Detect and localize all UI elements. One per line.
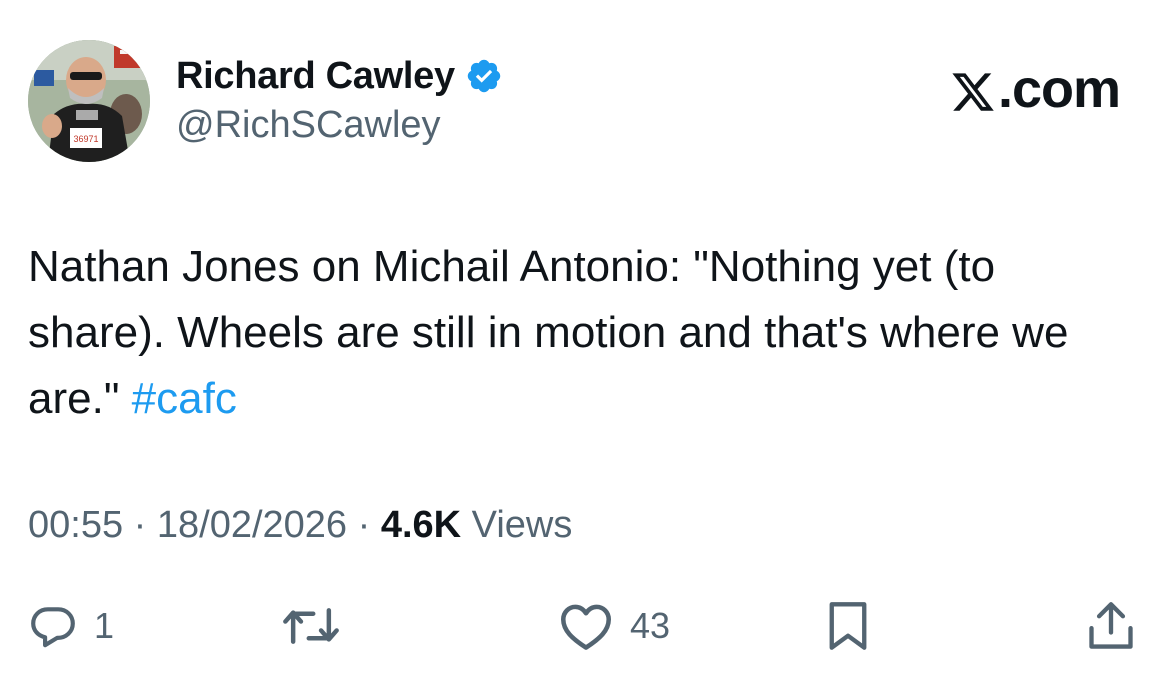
like-button[interactable]: 43	[558, 596, 670, 656]
user-block[interactable]: Richard Cawley @RichSCawley	[176, 54, 503, 147]
display-name[interactable]: Richard Cawley	[176, 55, 455, 98]
tweet-meta: 00:55 · 18/02/2026 · 4.6K Views	[28, 504, 572, 547]
tweet-text: Nathan Jones on Michail Antonio: "Nothin…	[28, 234, 1138, 432]
brand-mark: .com	[950, 58, 1121, 120]
bookmark-button[interactable]	[826, 596, 870, 656]
verified-badge-icon	[465, 57, 503, 95]
repost-icon	[282, 601, 340, 651]
reply-count: 1	[94, 605, 115, 646]
name-row: Richard Cawley	[176, 54, 503, 98]
heart-icon	[558, 601, 614, 651]
brand-label: .com	[997, 59, 1121, 119]
x-logo-icon	[950, 66, 996, 112]
user-handle[interactable]: @RichSCawley	[176, 104, 503, 147]
meta-separator: ·	[347, 504, 381, 546]
meta-separator: ·	[123, 504, 157, 546]
tweet-time[interactable]: 00:55	[28, 504, 123, 546]
tweet-header: 36971 Richard Cawley @RichSCawley .com	[28, 40, 1142, 162]
like-count: 43	[630, 605, 671, 646]
bookmark-icon	[826, 600, 870, 652]
avatar[interactable]: 36971	[28, 40, 150, 162]
reply-icon	[28, 601, 78, 651]
tweet-date[interactable]: 18/02/2026	[157, 504, 347, 546]
reply-button[interactable]: 1	[28, 596, 114, 656]
hashtag-link[interactable]: #cafc	[132, 374, 237, 423]
views-count: 4.6K	[380, 504, 462, 546]
views-label: Views	[461, 504, 573, 546]
repost-button[interactable]	[282, 596, 340, 656]
avatar-bib-number: 36971	[73, 134, 98, 144]
share-button[interactable]	[1086, 596, 1136, 656]
share-icon	[1086, 600, 1136, 652]
avatar-photo: 36971	[28, 40, 150, 162]
action-bar: 1 43	[0, 596, 1170, 656]
